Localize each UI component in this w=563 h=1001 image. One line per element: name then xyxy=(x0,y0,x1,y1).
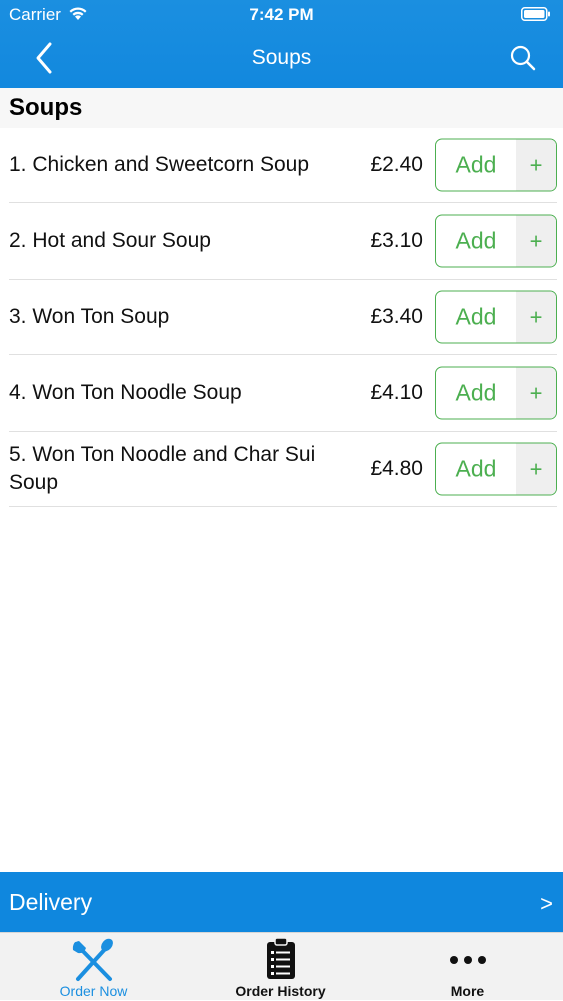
add-label: Add xyxy=(455,151,497,178)
add-button[interactable]: Add + xyxy=(435,290,557,344)
delivery-label: Delivery xyxy=(9,889,93,915)
add-label: Add xyxy=(455,303,497,330)
tab-label: Order History xyxy=(235,983,326,999)
item-price: £4.10 xyxy=(370,381,423,404)
tab-more[interactable]: More xyxy=(374,933,561,1001)
battery-icon xyxy=(521,7,550,21)
add-label: Add xyxy=(455,227,497,254)
section-header: Soups xyxy=(0,88,563,128)
item-name: 1. Chicken and Sweetcorn Soup xyxy=(9,153,310,176)
more-dots-icon xyxy=(449,956,486,964)
add-button[interactable]: Add + xyxy=(435,366,557,420)
plus-icon: + xyxy=(516,291,556,343)
add-label: Add xyxy=(455,379,497,406)
chevron-right-icon: > xyxy=(540,891,553,916)
search-icon[interactable] xyxy=(508,43,538,73)
plus-icon: + xyxy=(516,367,556,419)
fork-knife-icon xyxy=(72,938,113,981)
status-bar: Carrier 7:42 PM xyxy=(0,0,563,30)
add-button[interactable]: Add + xyxy=(435,442,557,496)
item-price: £3.40 xyxy=(370,305,423,328)
status-time: 7:42 PM xyxy=(249,5,314,24)
add-button[interactable]: Add + xyxy=(435,214,557,268)
item-name: 5. Won Ton Noodle and Char Sui Soup xyxy=(9,443,316,494)
menu-list: 1. Chicken and Sweetcorn Soup £2.40 Add … xyxy=(0,128,563,507)
plus-icon: + xyxy=(516,443,556,495)
menu-item: 1. Chicken and Sweetcorn Soup £2.40 Add … xyxy=(9,128,557,203)
item-price: £2.40 xyxy=(370,153,423,176)
item-name: 4. Won Ton Noodle Soup xyxy=(9,381,242,404)
item-price: £4.80 xyxy=(370,457,423,480)
menu-item: 2. Hot and Sour Soup £3.10 Add + xyxy=(9,203,557,280)
header: Carrier 7:42 PM Soups xyxy=(0,0,563,88)
tab-label: More xyxy=(450,983,485,999)
tab-order-history[interactable]: Order History xyxy=(187,933,374,1001)
page-title: Soups xyxy=(251,46,312,69)
section-title: Soups xyxy=(9,94,83,121)
tab-bar: Order Now Order History More xyxy=(0,932,563,1000)
item-name: 2. Hot and Sour Soup xyxy=(9,229,211,252)
delivery-bar[interactable]: Delivery > xyxy=(0,872,563,932)
plus-icon: + xyxy=(516,139,556,191)
item-name: 3. Won Ton Soup xyxy=(9,305,170,328)
tab-order-now[interactable]: Order Now xyxy=(0,933,187,1001)
plus-icon: + xyxy=(516,215,556,267)
nav-bar: Soups xyxy=(0,30,563,88)
tab-label: Order Now xyxy=(59,983,128,999)
add-button[interactable]: Add + xyxy=(435,138,557,192)
menu-item: 3. Won Ton Soup £3.40 Add + xyxy=(9,280,557,355)
clipboard-list-icon xyxy=(266,938,295,979)
add-label: Add xyxy=(455,455,497,482)
menu-item: 5. Won Ton Noodle and Char Sui Soup £4.8… xyxy=(9,432,557,507)
item-price: £3.10 xyxy=(370,229,423,252)
menu-item: 4. Won Ton Noodle Soup £4.10 Add + xyxy=(9,355,557,432)
